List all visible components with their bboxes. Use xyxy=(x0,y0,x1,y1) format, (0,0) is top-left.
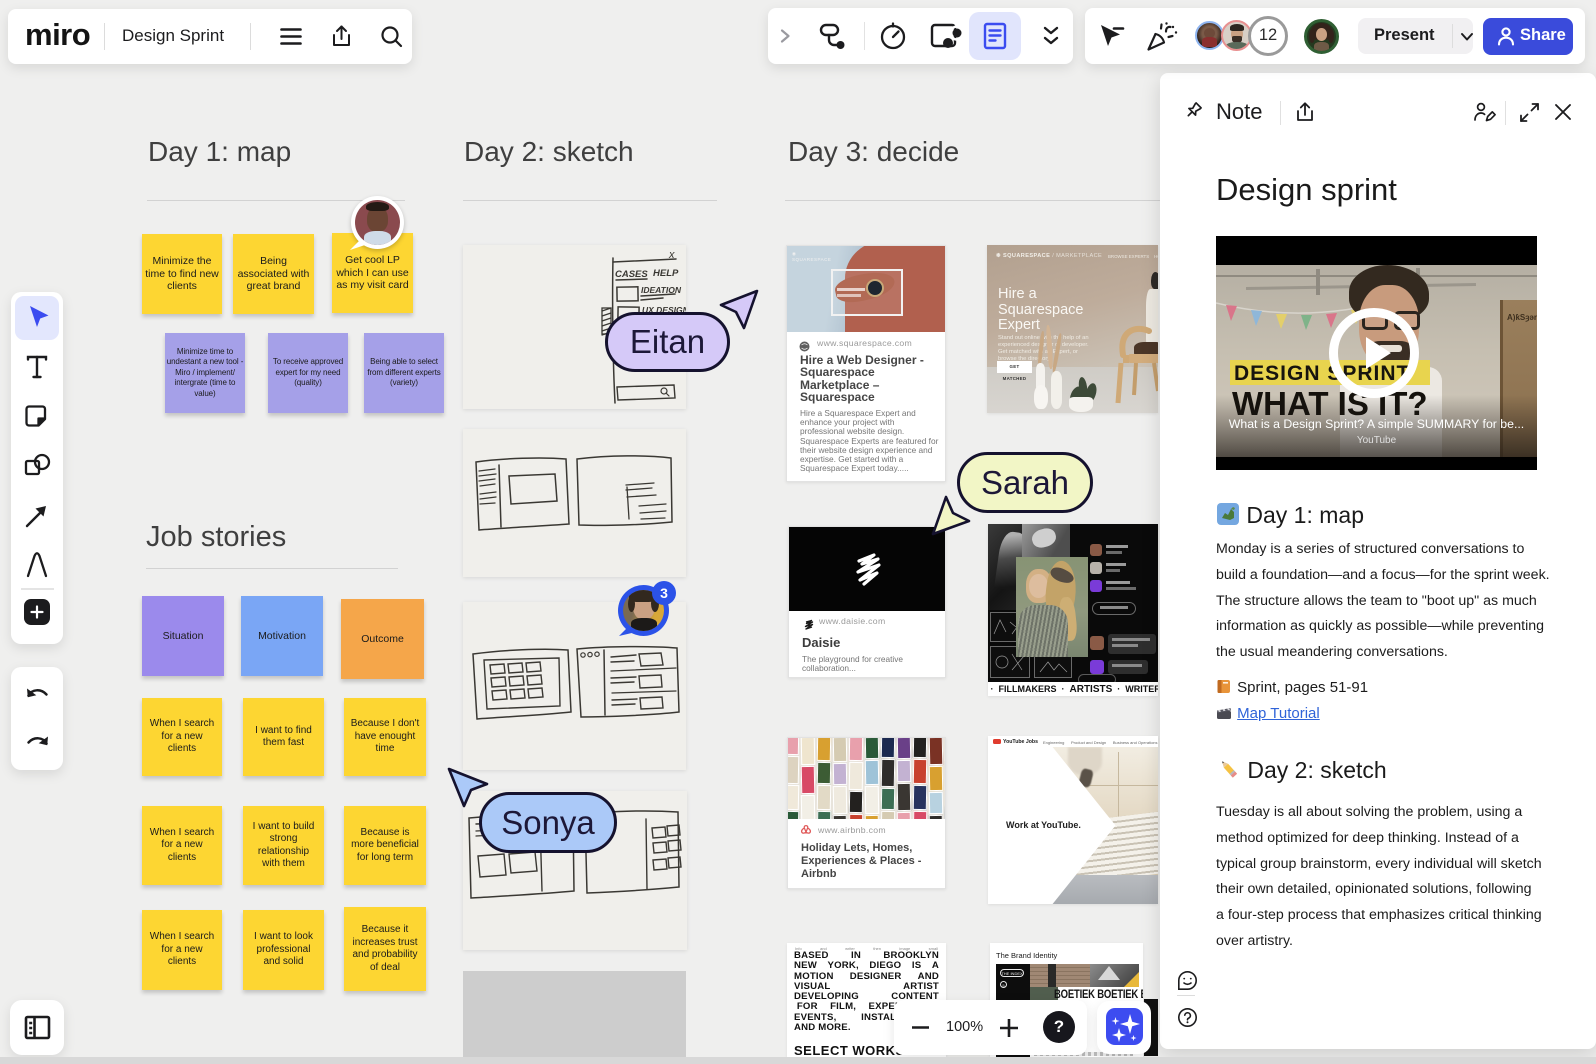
svg-text:IDEATION: IDEATION xyxy=(641,285,682,295)
svg-text:HELP: HELP xyxy=(653,268,679,279)
svg-text:CASES: CASES xyxy=(615,269,648,280)
svg-text:x: x xyxy=(668,249,675,261)
